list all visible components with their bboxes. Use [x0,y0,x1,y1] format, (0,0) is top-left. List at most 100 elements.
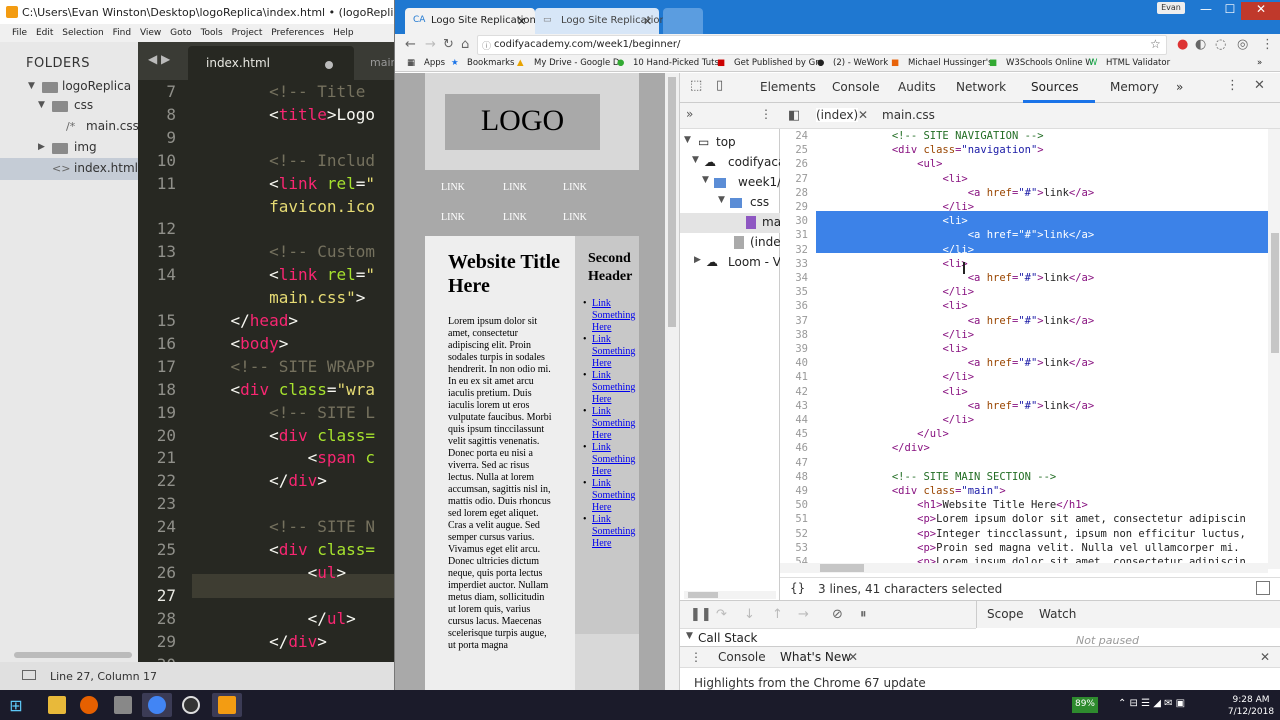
panel-toggle-icon[interactable] [22,670,36,680]
extension-icon[interactable]: ◌ [1215,37,1226,52]
menu-find[interactable]: Find [113,28,131,38]
tab-audits[interactable]: Audits [898,80,936,94]
bookmark-wework[interactable]: (2) - WeWork [833,58,888,68]
tab-sources[interactable]: Sources [1031,80,1078,94]
tree-top[interactable]: ▼ ▭ top [680,133,780,153]
tray-icons[interactable]: ⌃ ⊟ ☰ ◢ ✉ ▣ [1118,698,1185,709]
nav-link[interactable]: LINK [503,182,527,193]
taskbar-explorer[interactable] [42,693,72,717]
coverage-icon[interactable] [1256,581,1270,595]
drawer-tab-whats-new[interactable]: What's New [780,650,851,664]
chrome-tab-second[interactable]: ▭ Logo Site Replication ✕ [535,8,666,34]
tree-file-index-html[interactable]: <> index.html [0,158,138,180]
close-drawer-icon[interactable]: ✕ [1260,650,1270,664]
bookmark-validator[interactable]: HTML Validator [1106,58,1170,68]
new-tab-button[interactable] [663,8,703,34]
minimize-icon[interactable]: — [1193,2,1219,20]
bookmark-drive[interactable]: My Drive - Google D [534,58,619,68]
drawer-menu-icon[interactable]: ⋮ [690,650,702,664]
call-stack-header[interactable]: ▼ Call Stack [680,628,976,646]
source-editor[interactable]: 24 <!-- SITE NAVIGATION --> 25 <div class… [780,129,1268,569]
taskbar-sublime[interactable] [212,693,242,717]
close-file-tab-icon[interactable]: ✕ [858,108,868,122]
bookmark-hussinger[interactable]: Michael Hussinger's [908,58,993,68]
page-viewport[interactable]: LOGO LINK LINK LINK LINK LINK LINK Websi… [395,73,679,690]
extension-icon[interactable]: ◐ [1195,37,1206,52]
tree-css[interactable]: ▼ css [680,193,780,213]
bookmark-tuts[interactable]: 10 Hand-Picked Tuts [633,58,719,68]
reload-icon[interactable]: ↻ [443,37,454,52]
menu-tools[interactable]: Tools [201,28,223,38]
side-link[interactable]: Link Something Here [583,442,642,478]
close-tab-icon[interactable]: ✕ [643,15,652,28]
nav-link[interactable]: LINK [503,212,527,223]
profile-button[interactable]: Evan [1157,2,1185,14]
menu-preferences[interactable]: Preferences [271,28,324,38]
devtools-menu-icon[interactable]: ⋮ [1226,78,1239,93]
side-link[interactable]: Link Something Here [583,298,642,334]
battery-indicator[interactable]: 89% [1072,697,1098,713]
pause-icon[interactable]: ❚❚ [690,607,712,622]
menu-goto[interactable]: Goto [170,28,192,38]
maximize-icon[interactable]: ☐ [1217,2,1243,20]
navigator-menu-icon[interactable]: ⋮ [760,107,772,121]
side-link[interactable]: Link Something Here [583,334,642,370]
taskbar-obs[interactable] [176,693,206,717]
tree-file-main-css[interactable]: /* main.css [0,116,139,138]
menu-file[interactable]: File [12,28,27,38]
bookmark-bookmarks[interactable]: Bookmarks [467,58,515,68]
side-link[interactable]: Link Something Here [583,406,642,442]
tree-main-css[interactable]: ma [680,213,780,233]
tab-memory[interactable]: Memory [1110,80,1159,94]
nav-link[interactable]: LINK [563,212,587,223]
deactivate-breakpoints-icon[interactable]: ⊘ [832,607,843,622]
bookmark-apps[interactable]: Apps [424,58,445,68]
chrome-tab-active[interactable]: CA Logo Site Replication ✕ [405,8,536,34]
close-drawer-tab-icon[interactable]: ✕ [848,650,858,664]
nav-link[interactable]: LINK [563,182,587,193]
menu-project[interactable]: Project [232,28,263,38]
toggle-navigator-icon[interactable]: ◧ [788,108,800,123]
bookmark-w3schools[interactable]: W3Schools Online W [1006,58,1094,68]
extension-color-icon[interactable]: ● [1177,37,1188,52]
apps-icon[interactable]: ▦ [407,58,415,68]
side-link[interactable]: Link Something Here [583,370,642,406]
editor-vscroll-thumb[interactable] [1271,233,1279,353]
file-tab-main-css[interactable]: main.css [882,108,935,122]
taskbar-app[interactable] [108,693,138,717]
extension-icon[interactable]: ◎ [1237,37,1248,52]
drawer-tab-console[interactable]: Console [718,650,766,664]
address-bar[interactable]: ⓘ codifyacademy.com/week1/beginner/ ☆ [477,35,1167,55]
bookmark-star-icon[interactable]: ☆ [1150,37,1161,51]
nav-link[interactable]: LINK [441,212,465,223]
nav-link[interactable]: LINK [441,182,465,193]
tab-watch[interactable]: Watch [1039,607,1076,621]
device-toolbar-icon[interactable]: ▯ [716,78,723,93]
tab-elements[interactable]: Elements [760,80,816,94]
menu-selection[interactable]: Selection [62,28,103,38]
close-window-icon[interactable]: ✕ [1241,2,1280,20]
unsaved-dot-icon[interactable] [325,61,333,69]
tab-index-html[interactable]: index.html [188,46,354,80]
more-tabs-icon[interactable]: » [1176,80,1183,94]
step-over-icon[interactable]: ↷ [716,607,727,622]
back-icon[interactable]: ← [405,37,416,52]
tab-scope[interactable]: Scope [987,607,1024,621]
menu-help[interactable]: Help [333,28,354,38]
taskbar-chrome[interactable] [142,693,172,717]
close-tab-icon[interactable]: ✕ [517,15,526,28]
close-devtools-icon[interactable]: ✕ [1254,78,1265,93]
tab-network[interactable]: Network [956,80,1006,94]
navigator-scrollbar-thumb[interactable] [688,592,718,598]
tree-domain[interactable]: ▼ ☁ codifyacac [680,153,780,173]
more-bookmarks-icon[interactable]: » [1257,58,1262,68]
tab-console[interactable]: Console [832,80,880,94]
side-link[interactable]: Link Something Here [583,514,642,550]
tree-loom[interactable]: ▶ ☁ Loom - Vi [680,253,780,273]
menu-edit[interactable]: Edit [36,28,53,38]
page-scrollbar-thumb[interactable] [668,77,676,327]
home-icon[interactable]: ⌂ [461,37,469,52]
forward-icon[interactable]: → [425,37,436,52]
side-link[interactable]: Link Something Here [583,478,642,514]
step-out-icon[interactable]: ↑ [772,607,783,622]
